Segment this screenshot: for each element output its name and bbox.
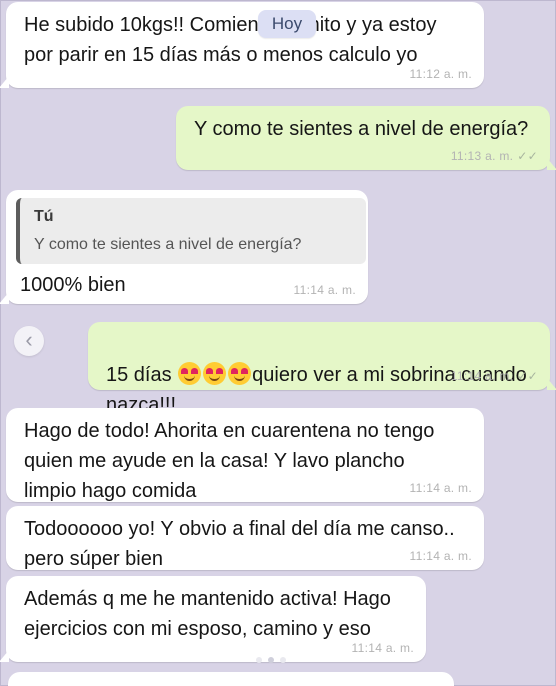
quoted-message[interactable]: Tú Y como te sientes a nivel de energía?	[16, 198, 366, 264]
page-dot	[256, 657, 262, 663]
message-text: 1000% bien	[20, 274, 126, 296]
message-text-before: 15 días	[106, 364, 178, 386]
bubble-tail	[0, 650, 9, 662]
smiling-face-with-hearts-icon	[178, 362, 202, 385]
message-bubble-incoming[interactable]: He subido 10kgs!! Comiendo bonito y ya e…	[0, 2, 484, 88]
message-bubble-partial[interactable]	[8, 672, 454, 686]
message-time: 11:12 a. m.	[409, 67, 472, 81]
message-bubble-outgoing[interactable]: Y como te sientes a nivel de energía? 11…	[176, 106, 556, 170]
message-bubble-incoming[interactable]: Además q me he mantenido activa! Hago ej…	[0, 576, 426, 662]
message-bubble-incoming[interactable]: Hago de todo! Ahorita en cuarentena no t…	[6, 408, 484, 502]
bubble-tail	[547, 158, 556, 170]
message-text: He subido 10kgs!! Comiendo bonito y ya e…	[24, 14, 437, 66]
message-text: Además q me he mantenido activa! Hago ej…	[24, 588, 391, 640]
message-time: 11:14 a. m.	[293, 283, 356, 297]
message-text: Hago de todo! Ahorita en cuarentena no t…	[24, 420, 435, 502]
message-bubble-incoming[interactable]: Tú Y como te sientes a nivel de energía?…	[0, 190, 368, 304]
heart-eyes-icon	[203, 362, 227, 385]
message-time: 11:14 a. m.	[409, 481, 472, 495]
quote-text: Y como te sientes a nivel de energía?	[34, 236, 302, 253]
chevron-left-icon[interactable]: ‹	[14, 326, 44, 356]
message-time-label: 11:14 a. m.	[450, 369, 514, 383]
message-text: Y como te sientes a nivel de energía?	[194, 118, 529, 140]
bubble-tail	[0, 76, 9, 88]
page-indicator	[256, 657, 286, 663]
message-time: 11:13 a. m. ✓✓	[451, 149, 538, 163]
read-ticks-icon: ✓✓	[517, 149, 538, 163]
message-bubble-outgoing[interactable]: 15 días quiero ver a mi sobrina cuando na…	[88, 322, 556, 416]
message-time: 11:14 a. m.	[351, 641, 414, 655]
message-time: 11:14 a. m.	[409, 549, 472, 563]
message-bubble-incoming[interactable]: Todoooooo yo! Y obvio a final del día me…	[6, 506, 484, 570]
quote-author: Tú	[34, 208, 54, 225]
message-time-label: 11:13 a. m.	[450, 149, 514, 163]
page-dot-active	[268, 657, 274, 663]
message-text: Todoooooo yo! Y obvio a final del día me…	[24, 518, 455, 570]
heart-eyes-icon	[228, 362, 252, 385]
page-dot	[280, 657, 286, 663]
bubble-tail	[0, 292, 9, 304]
bubble-tail	[547, 378, 556, 390]
message-time: 11:14 a. m. ✓✓	[451, 369, 538, 383]
read-ticks-icon: ✓✓	[517, 369, 538, 383]
date-pill: Hoy	[258, 10, 316, 38]
